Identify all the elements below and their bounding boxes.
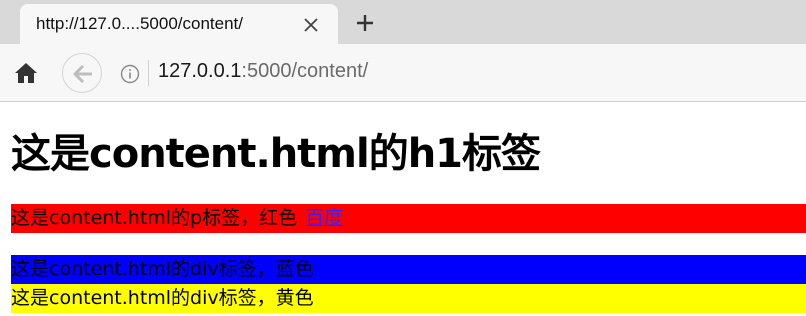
- url-separator: [148, 60, 149, 86]
- tab-strip: http://127.0....5000/content/: [0, 0, 806, 44]
- red-paragraph: 这是content.html的p标签，红色 百度: [11, 204, 806, 233]
- plus-icon[interactable]: [354, 12, 376, 34]
- baidu-link[interactable]: 百度: [305, 207, 343, 229]
- back-button[interactable]: [62, 53, 102, 93]
- home-icon[interactable]: [14, 62, 38, 84]
- url-bar[interactable]: 127.0.0.1:5000/content/: [158, 60, 368, 83]
- back-arrow-icon: [73, 64, 92, 84]
- red-paragraph-text: 这是content.html的p标签，红色: [11, 207, 298, 229]
- tab-title: http://127.0....5000/content/: [36, 14, 243, 33]
- url-path: :5000/content/: [241, 60, 369, 82]
- page-content: 这是content.html的h1标签 这是content.html的p标签，红…: [0, 103, 806, 316]
- url-host: 127.0.0.1: [158, 60, 242, 82]
- info-icon[interactable]: [120, 64, 140, 84]
- tab-active[interactable]: http://127.0....5000/content/: [20, 4, 338, 44]
- navigation-bar: 127.0.0.1:5000/content/: [0, 44, 806, 102]
- yellow-div: 这是content.html的div标签，黄色: [11, 284, 806, 313]
- blue-div: 这是content.html的div标签，蓝色: [11, 255, 806, 284]
- close-icon[interactable]: [302, 16, 320, 34]
- page-heading: 这是content.html的h1标签: [11, 131, 541, 177]
